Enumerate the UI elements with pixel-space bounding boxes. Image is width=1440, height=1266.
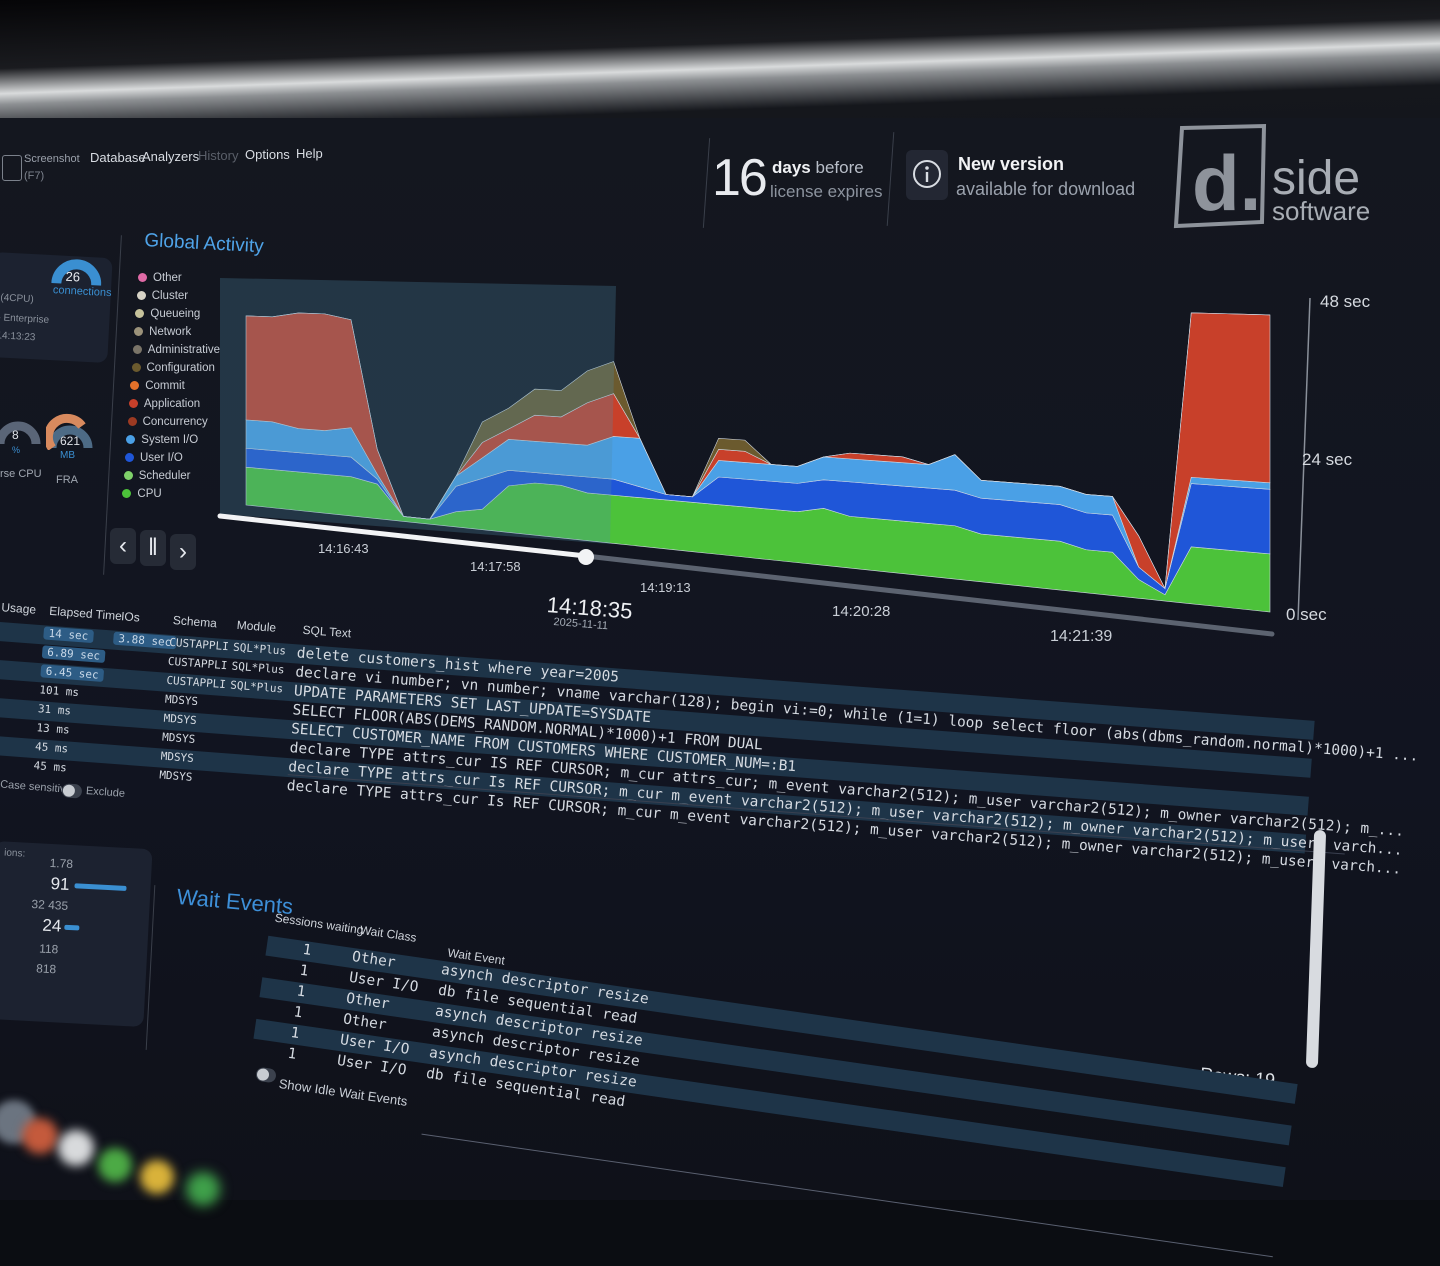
wait-cell-n: 1	[292, 1004, 304, 1022]
x-tick-4: 14:20:28	[832, 603, 891, 620]
cell-schema: MDSYS	[163, 711, 198, 728]
taskbar-icon-3[interactable]	[58, 1130, 94, 1166]
col-module[interactable]: Module	[236, 618, 276, 635]
stats-label: ions:	[3, 847, 26, 860]
wait-cell-n: 1	[286, 1045, 298, 1063]
wait-cell-n: 1	[289, 1024, 301, 1043]
cell-elapsed: 6.45 sec	[40, 664, 105, 682]
y-label-zero: 0 sec	[1286, 605, 1327, 624]
cell-module: SQL*Plus	[231, 659, 286, 677]
cell-schema: CUSTAPPLI	[168, 635, 230, 654]
stat-4: 24	[41, 915, 62, 936]
stat-2: 91	[50, 873, 71, 894]
activity-chart	[217, 278, 1311, 637]
cell-schema: MDSYS	[158, 768, 193, 784]
cell-elapsed: 14 sec	[43, 626, 94, 644]
stat-4-bar	[64, 924, 80, 931]
cell-elapsed: 6.89 sec	[41, 645, 106, 664]
wait-cell-n: 1	[295, 983, 307, 1001]
cell-elapsed: 31 ms	[37, 702, 72, 718]
wait-cell-n: 1	[301, 941, 313, 959]
stat-5: 118	[38, 941, 59, 957]
stat-2-bar	[74, 883, 127, 891]
x-tick-5: 14:21:39	[1050, 628, 1113, 645]
cell-schema: CUSTAPPLI	[165, 673, 227, 692]
cell-module: SQL*Plus	[229, 678, 284, 696]
col-usage[interactable]: Usage	[1, 600, 37, 617]
taskbar-icon-6[interactable]	[186, 1172, 220, 1206]
history-highlight	[220, 278, 616, 544]
stat-1: 1.78	[49, 855, 74, 872]
y-label-mid: 24 sec	[1302, 450, 1353, 469]
taskbar-icon-2[interactable]	[22, 1118, 58, 1154]
timeline-handle[interactable]	[578, 549, 594, 565]
wait-cell-cls: Other	[342, 1011, 388, 1034]
x-tick-1: 14:16:43	[318, 541, 369, 556]
cell-schema: MDSYS	[164, 692, 199, 709]
taskbar-icon-4[interactable]	[98, 1148, 132, 1182]
cell-elapsed: 45 ms	[34, 740, 69, 756]
cell-schema: MDSYS	[160, 749, 195, 765]
cell-schema: CUSTAPPLI	[167, 654, 228, 673]
stats-card: ions: 1.78 91 32 435 24 118 818	[0, 840, 153, 1028]
cell-elapsed: 101 ms	[38, 683, 80, 700]
cell-ios: 3.88 sec	[112, 631, 177, 650]
stat-6: 818	[35, 961, 57, 977]
taskbar-icon-5[interactable]	[140, 1160, 174, 1194]
exclude-toggle[interactable]	[61, 783, 83, 799]
col-ios[interactable]: IOs	[121, 609, 141, 624]
wait-cell-n: 1	[298, 962, 310, 980]
wait-cell-cls: Other	[344, 990, 391, 1013]
cell-schema: MDSYS	[161, 730, 196, 747]
cell-elapsed: 45 ms	[33, 759, 68, 775]
x-tick-3: 14:19:13	[640, 580, 691, 595]
wait-cell-cls: Other	[350, 948, 397, 972]
x-tick-2: 14:17:58	[470, 559, 521, 574]
stat-3: 32 435	[31, 897, 69, 913]
cell-module: SQL*Plus	[232, 640, 287, 658]
cell-elapsed: 13 ms	[36, 721, 71, 737]
y-label-max: 48 sec	[1320, 292, 1371, 311]
